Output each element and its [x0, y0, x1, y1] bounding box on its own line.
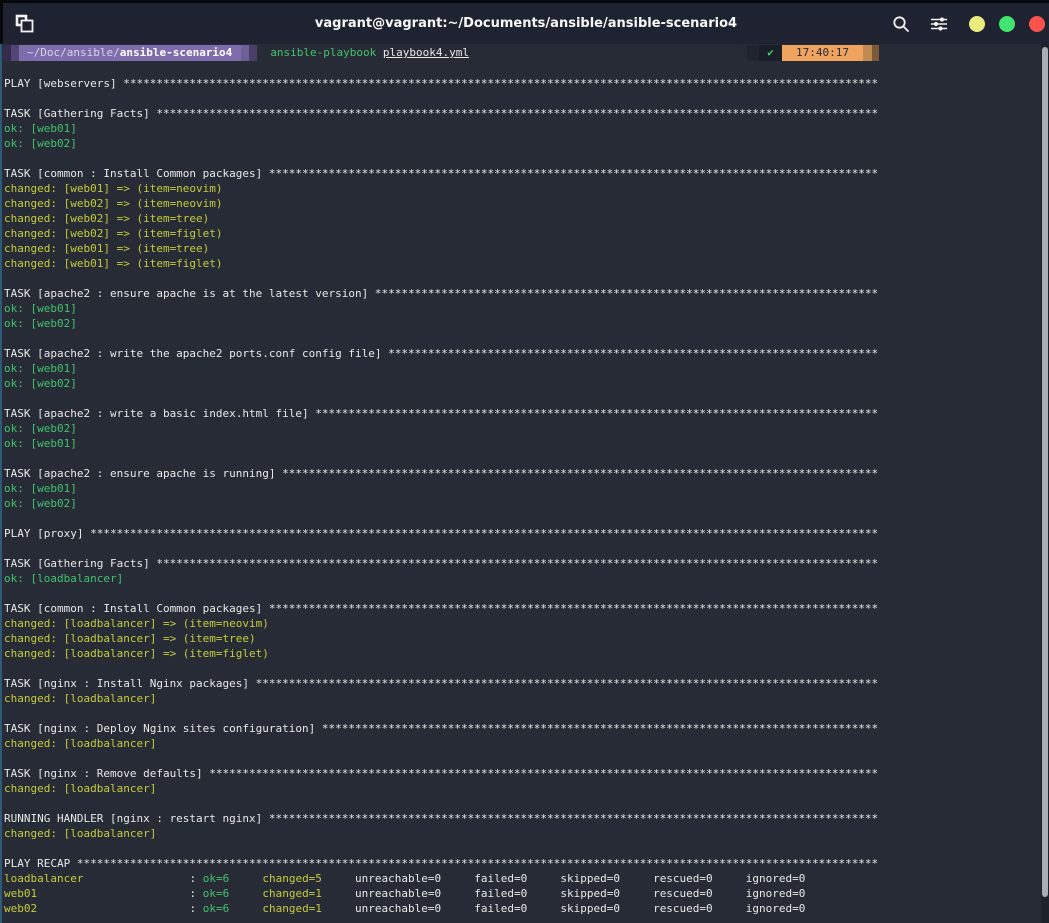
terminal-line: [4, 61, 1049, 76]
terminal-line: ok: [web02]: [4, 496, 1049, 511]
terminal-line: changed: [web02] => (item=neovim): [4, 196, 1049, 211]
terminal-line: changed: [loadbalancer] => (item=figlet): [4, 646, 1049, 661]
scrollbar-thumb[interactable]: [1042, 47, 1048, 897]
powerline-fade: [735, 45, 747, 61]
terminal-line: changed: [web01] => (item=tree): [4, 241, 1049, 256]
scrollbar[interactable]: [1041, 44, 1049, 923]
terminal-line: ok: [web02]: [4, 421, 1049, 436]
terminal-line: TASK [nginx : Deploy Nginx sites configu…: [4, 721, 1049, 736]
terminal-line: ok: [web01]: [4, 121, 1049, 136]
terminal-line: changed: [loadbalancer] => (item=neovim): [4, 616, 1049, 631]
terminal-line: ok: [web01]: [4, 361, 1049, 376]
terminal-line: changed: [web02] => (item=tree): [4, 211, 1049, 226]
powerline-fade: [747, 45, 759, 61]
powerline-fade: [241, 45, 249, 61]
terminal-line: TASK [apache2 : write the apache2 ports.…: [4, 346, 1049, 361]
terminal-line: [4, 586, 1049, 601]
terminal-line: [4, 796, 1049, 811]
maximize-button[interactable]: [999, 16, 1015, 32]
terminal-line: [4, 391, 1049, 406]
preferences-sliders-icon[interactable]: [929, 14, 949, 34]
terminal-line: [4, 511, 1049, 526]
terminal-line: PLAY RECAP *****************************…: [4, 856, 1049, 871]
terminal-line: ok: [loadbalancer]: [4, 571, 1049, 586]
terminal-line: changed: [loadbalancer] => (item=tree): [4, 631, 1049, 646]
terminal-line: PLAY [proxy] ***************************…: [4, 526, 1049, 541]
terminal-line: changed: [loadbalancer]: [4, 736, 1049, 751]
terminal-line: changed: [web01] => (item=neovim): [4, 181, 1049, 196]
terminal-window: vagrant@vagrant:~/Documents/ansible/ansi…: [0, 0, 1049, 923]
clock-time: 17:40:17: [782, 45, 863, 61]
command-argument: playbook4.yml: [383, 45, 469, 61]
shell-prompt: ~/Doc/ansible/ansible-scenario4 ansible-…: [0, 44, 1049, 61]
prompt-status-segment: ✔ 17:40:17: [735, 45, 879, 61]
terminal-line: ok: [web02]: [4, 136, 1049, 151]
terminal-line: changed: [loadbalancer]: [4, 691, 1049, 706]
terminal-line: TASK [apache2 : ensure apache is at the …: [4, 286, 1049, 301]
terminal-line: [4, 751, 1049, 766]
path-name: ansible-scenario4: [120, 46, 233, 59]
terminal-line: PLAY [webservers] **********************…: [4, 76, 1049, 91]
terminal-line: [4, 451, 1049, 466]
path-prefix: ~/Doc/ansible/: [27, 46, 120, 59]
terminal-line: TASK [nginx : Install Nginx packages] **…: [4, 676, 1049, 691]
terminal-line: TASK [common : Install Common packages] …: [4, 166, 1049, 181]
terminal-line: [4, 331, 1049, 346]
terminal-line: TASK [nginx : Remove defaults] *********…: [4, 766, 1049, 781]
terminal-line: TASK [Gathering Facts] *****************…: [4, 106, 1049, 121]
powerline-fade: [11, 45, 19, 61]
titlebar[interactable]: vagrant@vagrant:~/Documents/ansible/ansi…: [0, 3, 1049, 44]
terminal-body[interactable]: ~/Doc/ansible/ansible-scenario4 ansible-…: [0, 44, 1049, 923]
terminal-line: [4, 151, 1049, 166]
terminal-line: [4, 661, 1049, 676]
terminal-line: RUNNING HANDLER [nginx : restart nginx] …: [4, 811, 1049, 826]
terminal-line: changed: [web01] => (item=figlet): [4, 256, 1049, 271]
terminal-output: PLAY [webservers] **********************…: [0, 61, 1049, 916]
minimize-button[interactable]: [969, 16, 985, 32]
left-accent-strip: [0, 44, 2, 923]
terminal-line: TASK [common : Install Common packages] …: [4, 601, 1049, 616]
terminal-line: TASK [apache2 : ensure apache is running…: [4, 466, 1049, 481]
terminal-line: ok: [web01]: [4, 301, 1049, 316]
command-text: ansible-playbook: [270, 45, 376, 61]
terminal-line: [4, 706, 1049, 721]
terminal-line: changed: [loadbalancer]: [4, 826, 1049, 841]
terminal-line: ok: [web02]: [4, 316, 1049, 331]
powerline-fade: [249, 45, 257, 61]
status-ok-icon: ✔: [759, 45, 782, 61]
powerline-fade: [863, 45, 872, 61]
terminal-line: [4, 271, 1049, 286]
terminal-line: changed: [web02] => (item=figlet): [4, 226, 1049, 241]
terminal-line: loadbalancer : ok=6 changed=5 unreachabl…: [4, 871, 1049, 886]
terminal-line: web01 : ok=6 changed=1 unreachable=0 fai…: [4, 886, 1049, 901]
close-button[interactable]: [1029, 16, 1045, 32]
terminal-line: TASK [Gathering Facts] *****************…: [4, 556, 1049, 571]
terminal-line: web02 : ok=6 changed=1 unreachable=0 fai…: [4, 901, 1049, 916]
terminal-line: ok: [web01]: [4, 436, 1049, 451]
titlebar-actions: [891, 3, 1045, 44]
terminal-line: changed: [loadbalancer]: [4, 781, 1049, 796]
current-directory: ~/Doc/ansible/ansible-scenario4: [19, 45, 241, 61]
terminal-line: TASK [apache2 : write a basic index.html…: [4, 406, 1049, 421]
terminal-line: ok: [web01]: [4, 481, 1049, 496]
terminal-line: [4, 841, 1049, 856]
search-icon[interactable]: [891, 14, 911, 34]
terminal-line: [4, 91, 1049, 106]
powerline-fade: [3, 45, 11, 61]
powerline-fade: [872, 45, 879, 61]
prompt-path-segment: ~/Doc/ansible/ansible-scenario4 ansible-…: [3, 45, 469, 61]
terminal-line: [4, 541, 1049, 556]
terminal-line: ok: [web02]: [4, 376, 1049, 391]
